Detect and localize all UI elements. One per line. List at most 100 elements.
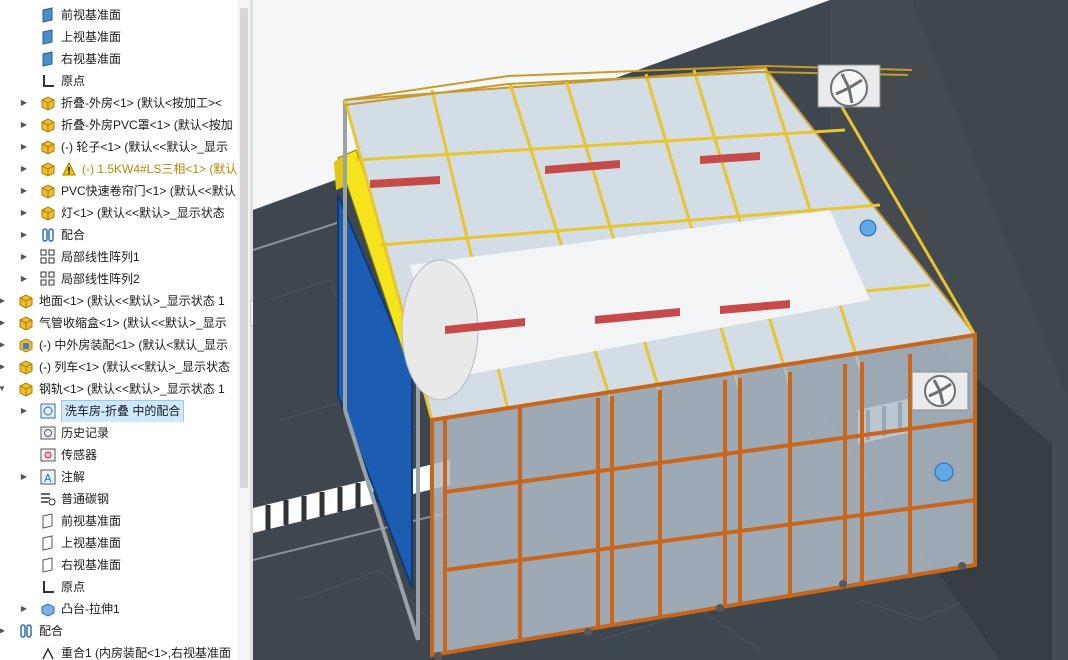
expand-arrow-icon[interactable]: ▶	[0, 312, 8, 334]
tree-scroll-thumb[interactable]	[240, 8, 248, 488]
feature-tree-panel: 前视基准面 上视基准面 右视基准面 原点 ▶ 折叠-外房<1> (默认<按加工>< ▶ 折叠-…	[0, 0, 252, 660]
tree-item[interactable]: ▶ 局部线性阵列2	[0, 268, 240, 290]
component-icon	[18, 381, 34, 397]
tree-item[interactable]: ▶ PVC快速卷帘门<1> (默认<<默认	[0, 180, 240, 202]
tree-item[interactable]: ▼ 钢轨<1> (默认<<默认>_显示状态 1	[0, 378, 240, 400]
tree-item-label: 前视基准面	[61, 514, 122, 528]
tree-item[interactable]: 历史记录	[0, 422, 240, 444]
tree-item[interactable]: 上视基准面	[0, 532, 240, 554]
tree-item[interactable]: ▶ 配合	[0, 224, 240, 246]
expand-arrow-icon[interactable]: ▶	[18, 92, 30, 114]
component-icon	[18, 293, 34, 309]
expand-arrow-icon[interactable]: ▶	[0, 334, 8, 356]
tree-item[interactable]: 前视基准面	[0, 510, 240, 532]
tree-item[interactable]: ▶ 灯<1> (默认<<默认>_显示状态	[0, 202, 240, 224]
extrude-icon	[40, 601, 56, 617]
tree-item-label: 注解	[61, 470, 86, 484]
tree-item-label: 钢轨<1> (默认<<默认>_显示状态 1	[39, 382, 225, 396]
tree-item[interactable]: ▶ 折叠-外房PVC罩<1> (默认<按加	[0, 114, 240, 136]
tree-item[interactable]: ▶ (-) 1.5KW4#LS三相<1> (默认	[0, 158, 240, 180]
tree-item-label: 原点	[61, 74, 86, 88]
tree-item-label: 上视基准面	[61, 30, 122, 44]
plane-outline-icon	[40, 535, 56, 551]
component-icon	[40, 183, 56, 199]
tree-item-label: 折叠-外房PVC罩<1> (默认<按加	[61, 118, 233, 132]
expand-arrow-icon[interactable]: ▶	[18, 246, 30, 268]
component-icon	[40, 117, 56, 133]
plane-icon	[40, 51, 56, 67]
expand-arrow-icon[interactable]: ▶	[18, 158, 30, 180]
expand-arrow-icon[interactable]: ▶	[18, 466, 30, 488]
component-icon	[40, 139, 56, 155]
tree-item-label: 凸台-拉伸1	[61, 602, 120, 616]
expand-arrow-icon[interactable]: ▶	[0, 356, 8, 378]
exhaust-fan-top	[817, 64, 881, 108]
tree-item[interactable]: ▶ (-) 列车<1> (默认<<默认>_显示状态	[0, 356, 240, 378]
tree-item[interactable]: ▶ 地面<1> (默认<<默认>_显示状态 1	[0, 290, 240, 312]
tree-item[interactable]: ▶ 凸台-拉伸1	[0, 598, 240, 620]
tree-item-label: 配合	[39, 624, 64, 638]
expand-arrow-icon[interactable]: ▶	[0, 620, 8, 642]
mates-icon	[40, 227, 56, 243]
expand-arrow-icon[interactable]: ▶	[18, 180, 30, 202]
tree-item-label: 历史记录	[61, 426, 110, 440]
tree-item[interactable]: ▶ A 注解	[0, 466, 240, 488]
tree-scrollbar[interactable]	[238, 0, 250, 660]
tree-item[interactable]: ▶ 局部线性阵列1	[0, 246, 240, 268]
tree-item[interactable]: 上视基准面	[0, 26, 240, 48]
tree-item-label: 右视基准面	[61, 558, 122, 572]
expand-arrow-icon[interactable]: ▶	[0, 290, 8, 312]
expand-arrow-icon[interactable]: ▶	[18, 598, 30, 620]
expand-arrow-icon[interactable]: ▶	[18, 114, 30, 136]
component-icon	[40, 161, 56, 177]
tree-item[interactable]: 原点	[0, 70, 240, 92]
sensor-icon	[40, 447, 56, 463]
tree-item-label: (-) 中外房装配<1> (默认<默认_显示	[39, 338, 229, 352]
origin-icon	[40, 579, 56, 595]
tree-item[interactable]: 右视基准面	[0, 48, 240, 70]
tree-item[interactable]: 重合1 (内房装配<1>,右视基准面	[0, 642, 240, 660]
tree-item-label: 折叠-外房<1> (默认<按加工><	[61, 96, 223, 110]
tree-item[interactable]: 传感器	[0, 444, 240, 466]
subassembly-icon	[18, 337, 34, 353]
tree-item[interactable]: ▶ 折叠-外房<1> (默认<按加工><	[0, 92, 240, 114]
collapse-arrow-icon[interactable]: ▼	[0, 378, 8, 400]
tree-item-label: 重合1 (内房装配<1>,右视基准面	[61, 646, 232, 660]
expand-arrow-icon[interactable]: ▶	[18, 400, 30, 422]
mates-in-assembly-icon	[40, 403, 56, 419]
history-icon	[40, 425, 56, 441]
tree-item[interactable]: 右视基准面	[0, 554, 240, 576]
tree-item-label: 原点	[61, 580, 86, 594]
expand-arrow-icon[interactable]: ▶	[18, 202, 30, 224]
tree-item[interactable]: ▶ 洗车房-折叠 中的配合	[0, 400, 240, 422]
expand-arrow-icon[interactable]: ▶	[18, 224, 30, 246]
tree-item-label: 前视基准面	[61, 8, 122, 22]
expand-arrow-icon[interactable]: ▶	[18, 268, 30, 290]
tree-item-label: (-) 1.5KW4#LS三相<1> (默认	[82, 162, 238, 176]
tree-item[interactable]: ▶ (-) 轮子<1> (默认<<默认>_显示	[0, 136, 240, 158]
tree-item[interactable]: ▶ 配合	[0, 620, 240, 642]
assembly-3d-view[interactable]	[253, 0, 1068, 660]
tree-item-label: 局部线性阵列2	[61, 272, 140, 286]
pattern-icon	[40, 249, 56, 265]
tree-item[interactable]: ▶ (-) 中外房装配<1> (默认<默认_显示	[0, 334, 240, 356]
tree-item[interactable]: 原点	[0, 576, 240, 598]
tree-item-label: (-) 轮子<1> (默认<<默认>_显示	[61, 140, 229, 154]
tree-item-label: (-) 列车<1> (默认<<默认>_显示状态	[39, 360, 231, 374]
component-icon	[40, 95, 56, 111]
tree-item-label: 传感器	[61, 448, 98, 462]
tree-item[interactable]: 普通碳钢	[0, 488, 240, 510]
coincident-icon	[40, 645, 56, 660]
tree-item-label: 地面<1> (默认<<默认>_显示状态 1	[39, 294, 225, 308]
expand-arrow-icon[interactable]: ▶	[18, 136, 30, 158]
exhaust-fan-side	[911, 371, 969, 411]
origin-icon	[40, 73, 56, 89]
tree-item-label: 上视基准面	[61, 536, 122, 550]
component-icon	[18, 359, 34, 375]
plane-outline-icon	[40, 513, 56, 529]
tree-item[interactable]: 前视基准面	[0, 4, 240, 26]
component-icon	[40, 205, 56, 221]
graphics-viewport[interactable]	[253, 0, 1068, 660]
tree-item-label: 右视基准面	[61, 52, 122, 66]
tree-item[interactable]: ▶ 气管收缩盒<1> (默认<<默认>_显示	[0, 312, 240, 334]
